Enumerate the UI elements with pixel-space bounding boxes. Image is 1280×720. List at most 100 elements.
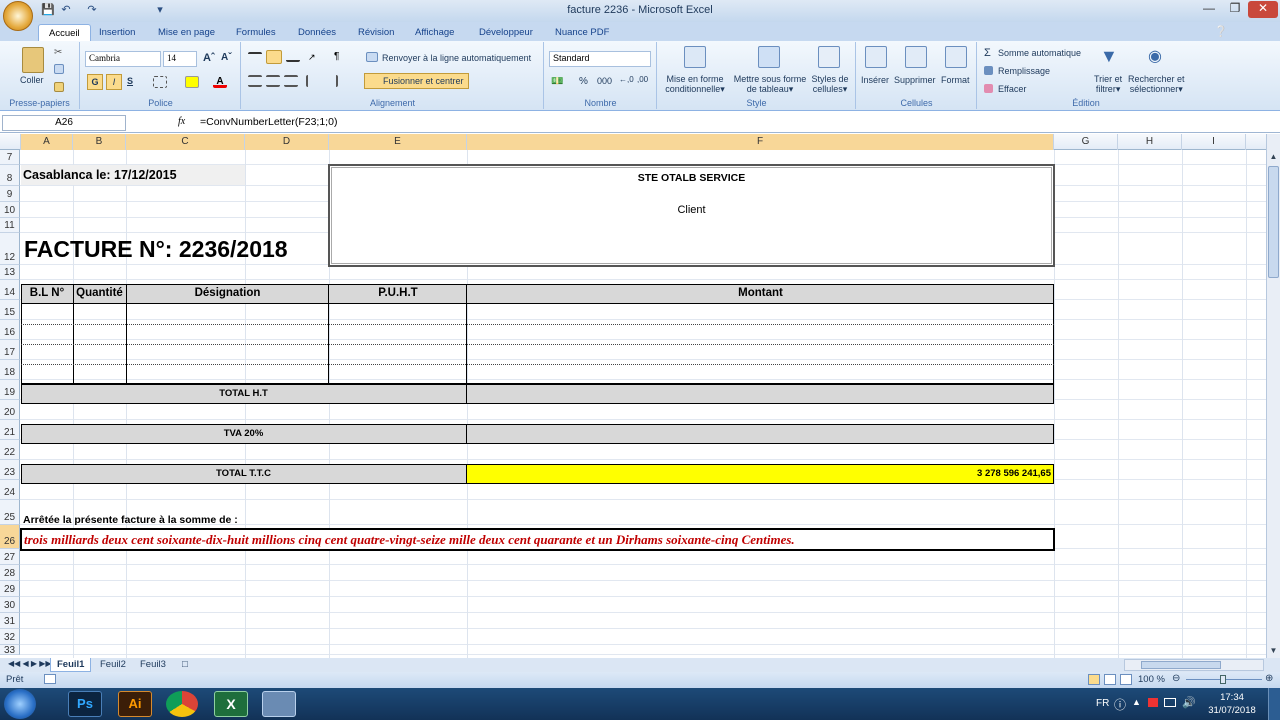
row-header-27[interactable]: 27 bbox=[0, 549, 20, 565]
row-header-7[interactable]: 7 bbox=[0, 150, 20, 165]
invoice-number-cell[interactable]: FACTURE N°: 2236/2018 bbox=[24, 236, 288, 263]
flag-icon[interactable] bbox=[1148, 698, 1158, 707]
status-ready: Prêt bbox=[6, 674, 24, 685]
clock-date[interactable]: 31/07/2018 bbox=[1200, 705, 1264, 716]
sheet-tab-feuil3[interactable]: Feuil3 bbox=[134, 658, 172, 671]
row-header-30[interactable]: 30 bbox=[0, 597, 20, 613]
row-header-19[interactable]: 19 bbox=[0, 380, 20, 400]
zoom-level[interactable]: 100 % bbox=[1138, 674, 1165, 685]
grid-col-line bbox=[245, 150, 246, 660]
zoom-out-icon[interactable]: ⊖ bbox=[1172, 673, 1180, 684]
zoom-in-icon[interactable]: ⊕ bbox=[1265, 673, 1273, 684]
page-break-icon[interactable] bbox=[1120, 674, 1132, 685]
row-header-18[interactable]: 18 bbox=[0, 360, 20, 380]
header-montant[interactable]: Montant bbox=[467, 287, 1054, 299]
col-divider-e bbox=[466, 284, 467, 384]
page-layout-icon[interactable] bbox=[1104, 674, 1116, 685]
total-ttc-label[interactable]: TOTAL T.T.C bbox=[21, 468, 466, 479]
office-button[interactable] bbox=[3, 1, 33, 31]
row-header-15[interactable]: 15 bbox=[0, 300, 20, 320]
row-header-31[interactable]: 31 bbox=[0, 613, 20, 629]
row-header-26[interactable]: 26 bbox=[0, 525, 20, 549]
client-cell[interactable]: Client bbox=[329, 204, 1054, 216]
network-icon[interactable] bbox=[1164, 698, 1176, 707]
show-desktop-button[interactable] bbox=[1268, 688, 1280, 720]
row-header-9[interactable]: 9 bbox=[0, 186, 20, 202]
header-designation[interactable]: Désignation bbox=[126, 287, 329, 299]
grid-col-line bbox=[1246, 150, 1247, 660]
grid-row-line bbox=[20, 654, 1270, 655]
header-quantite[interactable]: Quantité bbox=[73, 287, 126, 299]
scroll-up-arrow[interactable]: ▲ bbox=[1268, 152, 1279, 163]
vertical-scrollbar[interactable]: ▲ ▼ bbox=[1266, 134, 1280, 660]
illustrator-icon[interactable]: Ai bbox=[118, 691, 152, 717]
zoom-slider[interactable] bbox=[1186, 675, 1262, 684]
header-bl[interactable]: B.L N° bbox=[21, 287, 73, 299]
row-header-28[interactable]: 28 bbox=[0, 565, 20, 581]
dotted-row-line bbox=[21, 324, 1054, 325]
row-header-16[interactable]: 16 bbox=[0, 320, 20, 340]
explorer-icon[interactable] bbox=[262, 691, 296, 717]
tva-label[interactable]: TVA 20% bbox=[21, 428, 466, 439]
row-header-13[interactable]: 13 bbox=[0, 265, 20, 280]
grid-row-line bbox=[20, 628, 1270, 629]
grid-row-line bbox=[20, 644, 1270, 645]
zoom-slider-thumb[interactable] bbox=[1220, 675, 1226, 684]
chrome-icon[interactable] bbox=[166, 691, 198, 717]
row-header-12[interactable]: 12 bbox=[0, 233, 20, 265]
row-header-14[interactable]: 14 bbox=[0, 280, 20, 300]
date-cell[interactable]: Casablanca le: 17/12/2015 bbox=[21, 165, 245, 185]
header-puht[interactable]: P.U.H.T bbox=[329, 287, 467, 299]
volume-icon[interactable]: 🔊 bbox=[1182, 696, 1196, 709]
row-header-17[interactable]: 17 bbox=[0, 340, 20, 360]
total-ht-divider bbox=[466, 384, 467, 404]
taskbar: Ps Ai X FR ⓘ ▲ 🔊 17:34 31/07/2018 bbox=[0, 688, 1280, 720]
grid-col-line bbox=[1182, 150, 1183, 660]
macro-record-icon[interactable] bbox=[44, 674, 56, 684]
grid-row-line bbox=[20, 499, 1270, 500]
row-header-24[interactable]: 24 bbox=[0, 480, 20, 500]
grid-row-line bbox=[20, 580, 1270, 581]
row-header-11[interactable]: 11 bbox=[0, 218, 20, 233]
grid-row-line bbox=[20, 564, 1270, 565]
row-header-21[interactable]: 21 bbox=[0, 420, 20, 440]
photoshop-icon[interactable]: Ps bbox=[68, 691, 102, 717]
row-header-8[interactable]: 8 bbox=[0, 165, 20, 186]
start-button[interactable] bbox=[4, 689, 36, 719]
row-header-10[interactable]: 10 bbox=[0, 202, 20, 218]
tva-divider bbox=[466, 424, 467, 444]
grid-row-line bbox=[20, 279, 1270, 280]
grid-col-line bbox=[73, 150, 74, 660]
arrete-cell[interactable]: Arrêtée la présente facture à la somme d… bbox=[23, 514, 238, 526]
row-header-33[interactable]: 33 bbox=[0, 645, 20, 656]
grid-col-line bbox=[126, 150, 127, 660]
tray-arrow-icon[interactable]: ▲ bbox=[1132, 697, 1141, 707]
grid-row-line bbox=[20, 419, 1270, 420]
row-header-25[interactable]: 25 bbox=[0, 500, 20, 525]
row-header-23[interactable]: 23 bbox=[0, 460, 20, 480]
grid-col-line bbox=[1118, 150, 1119, 660]
help-tray-icon[interactable]: ⓘ bbox=[1114, 696, 1126, 713]
excel-icon[interactable]: X bbox=[214, 691, 248, 717]
amount-in-words: trois milliards deux cent soixante-dix-h… bbox=[24, 532, 795, 547]
horizontal-scroll-thumb[interactable] bbox=[1141, 661, 1221, 669]
clock-time[interactable]: 17:34 bbox=[1200, 692, 1264, 703]
insert-sheet-icon[interactable]: □ bbox=[176, 658, 194, 671]
row-header-20[interactable]: 20 bbox=[0, 400, 20, 420]
row-header-29[interactable]: 29 bbox=[0, 581, 20, 597]
dotted-row-line bbox=[21, 344, 1054, 345]
scroll-down-arrow[interactable]: ▼ bbox=[1268, 646, 1279, 657]
language-indicator[interactable]: FR bbox=[1096, 698, 1109, 709]
vertical-scroll-thumb[interactable] bbox=[1268, 166, 1279, 278]
total-ht-label[interactable]: TOTAL H.T bbox=[21, 388, 466, 399]
grid-row-line bbox=[20, 459, 1270, 460]
photoshop-label: Ps bbox=[77, 696, 93, 711]
normal-view-icon[interactable] bbox=[1088, 674, 1100, 685]
horizontal-scrollbar[interactable] bbox=[1124, 659, 1264, 671]
sheet-tab-bar: ◀◀ ◀ ▶ ▶▶ Feuil1 Feuil2 Feuil3 □ bbox=[0, 658, 1280, 672]
sheet-tab-feuil2[interactable]: Feuil2 bbox=[94, 658, 132, 671]
sheet-tab-feuil1[interactable]: Feuil1 bbox=[50, 658, 92, 672]
row-header-32[interactable]: 32 bbox=[0, 629, 20, 645]
row-header-22[interactable]: 22 bbox=[0, 440, 20, 460]
company-name-cell[interactable]: STE OTALB SERVICE bbox=[329, 172, 1054, 184]
